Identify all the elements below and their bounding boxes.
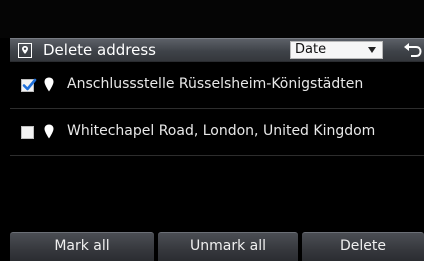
chevron-down-icon <box>368 47 376 53</box>
delete-button[interactable]: Delete <box>302 232 424 261</box>
status-strip <box>0 0 424 38</box>
list-item[interactable]: Anschlussstelle Rüsselsheim-Königstädten <box>10 62 424 109</box>
item-label: Whitechapel Road, London, United Kingdom <box>67 123 376 139</box>
address-book-icon <box>18 43 32 58</box>
checkmark-icon <box>22 78 37 91</box>
window-edge <box>424 0 430 261</box>
sort-dropdown[interactable]: Date <box>290 41 383 59</box>
list-item[interactable]: Whitechapel Road, London, United Kingdom <box>10 109 424 156</box>
navigation-screen: Delete address Date Anschlussstelle Rüss… <box>0 0 430 261</box>
location-pin-icon <box>44 124 54 139</box>
back-button[interactable] <box>402 41 424 60</box>
item-label: Anschlussstelle Rüsselsheim-Königstädten <box>67 76 364 92</box>
unmark-all-button[interactable]: Unmark all <box>158 232 298 261</box>
item-checkbox[interactable] <box>21 126 34 139</box>
page-title: Delete address <box>43 41 156 59</box>
action-bar: Mark all Unmark all Delete <box>10 232 424 261</box>
back-arrow-icon <box>404 43 422 57</box>
mark-all-button[interactable]: Mark all <box>10 232 154 261</box>
item-checkbox[interactable] <box>21 78 37 92</box>
location-pin-icon <box>44 77 54 92</box>
address-list: Anschlussstelle Rüsselsheim-Königstädten… <box>10 62 424 156</box>
title-bar: Delete address Date <box>10 38 430 62</box>
sort-dropdown-value: Date <box>295 42 327 57</box>
